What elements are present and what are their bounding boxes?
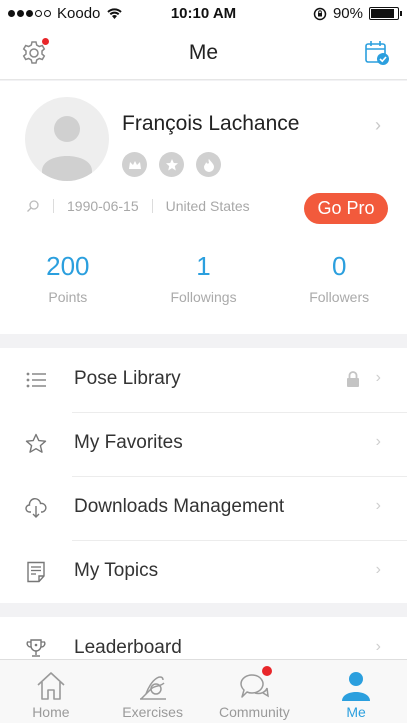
status-right: 90% xyxy=(313,5,402,22)
menu-item-my-favorites[interactable]: My Favorites › xyxy=(0,412,407,476)
list-icon xyxy=(26,372,46,388)
home-icon xyxy=(37,672,65,700)
search-icon xyxy=(27,200,39,212)
menu-item-label: My Favorites xyxy=(74,432,183,453)
go-pro-button[interactable]: Go Pro xyxy=(304,193,388,224)
crown-icon xyxy=(122,152,147,177)
tab-me[interactable]: Me xyxy=(305,660,407,723)
menu-item-label: Pose Library xyxy=(74,368,181,389)
stats-row: 200 Points 1 Followings 0 Followers xyxy=(0,249,407,305)
divider xyxy=(151,199,153,213)
stat-followers[interactable]: 0 Followers xyxy=(271,249,407,305)
battery-icon xyxy=(369,7,402,20)
star-icon xyxy=(159,152,184,177)
stat-followings[interactable]: 1 Followings xyxy=(136,249,272,305)
avatar[interactable] xyxy=(25,97,109,181)
battery-percent: 90% xyxy=(332,5,363,22)
menu-item-leaderboard[interactable]: Leaderboard › xyxy=(0,617,407,663)
page-title: Me xyxy=(188,41,219,64)
profile-birthdate: 1990-06-15 xyxy=(67,198,139,214)
tab-label: Exercises xyxy=(122,704,183,720)
lock-icon xyxy=(347,371,359,387)
chevron-right-icon: › xyxy=(375,638,381,655)
profile-country: United States xyxy=(165,198,250,214)
menu-item-downloads[interactable]: Downloads Management › xyxy=(0,476,407,540)
tab-label: Me xyxy=(346,704,366,720)
menu-item-label: My Topics xyxy=(74,560,159,581)
chevron-right-icon: › xyxy=(375,369,381,386)
divider xyxy=(53,199,54,213)
star-icon xyxy=(25,433,47,453)
tab-label: Home xyxy=(32,704,70,720)
menu-list-secondary: Leaderboard › xyxy=(0,617,407,663)
tab-home[interactable]: Home xyxy=(0,660,102,723)
flame-icon xyxy=(196,152,221,177)
stat-label: Followings xyxy=(170,289,237,305)
stat-value: 200 xyxy=(46,251,90,281)
stat-points[interactable]: 200 Points xyxy=(0,249,136,305)
avatar-placeholder-icon xyxy=(42,116,92,181)
profile-card[interactable]: François Lachance › 1990-06-15 United St… xyxy=(0,81,407,334)
profile-meta: 1990-06-15 United States xyxy=(26,198,250,214)
status-bar: Koodo 10:10 AM 90% xyxy=(0,0,407,28)
tab-community[interactable]: Community xyxy=(204,660,306,723)
stat-value: 0 xyxy=(331,251,347,281)
chevron-right-icon: › xyxy=(375,561,381,578)
tab-exercises[interactable]: Exercises xyxy=(102,660,204,723)
menu-item-label: Leaderboard xyxy=(74,637,182,658)
menu-item-pose-library[interactable]: Pose Library › xyxy=(0,348,407,412)
profile-badges xyxy=(122,152,221,177)
person-icon xyxy=(342,672,371,701)
menu-item-label: Downloads Management xyxy=(74,496,285,517)
tab-label: Community xyxy=(218,704,290,720)
exercises-icon xyxy=(139,676,166,700)
trophy-icon xyxy=(26,639,46,657)
chevron-right-icon: › xyxy=(375,433,381,450)
stat-label: Points xyxy=(48,289,88,305)
chevron-right-icon: › xyxy=(375,497,381,514)
nav-bar: Me xyxy=(0,28,407,80)
menu-item-my-topics[interactable]: My Topics › xyxy=(0,540,407,604)
calendar-button[interactable] xyxy=(363,39,391,67)
calendar-icon xyxy=(365,41,389,65)
menu-list: Pose Library › My Favorites › Downloads … xyxy=(0,348,407,603)
stat-value: 1 xyxy=(196,251,211,281)
cloud-download-icon xyxy=(25,498,47,518)
rotation-lock-icon xyxy=(313,7,327,20)
profile-name: François Lachance xyxy=(122,112,300,135)
tab-bar: Home Exercises Community Me xyxy=(0,659,407,723)
stat-label: Followers xyxy=(309,289,370,305)
document-icon xyxy=(27,561,45,583)
chevron-right-icon: › xyxy=(375,115,381,135)
